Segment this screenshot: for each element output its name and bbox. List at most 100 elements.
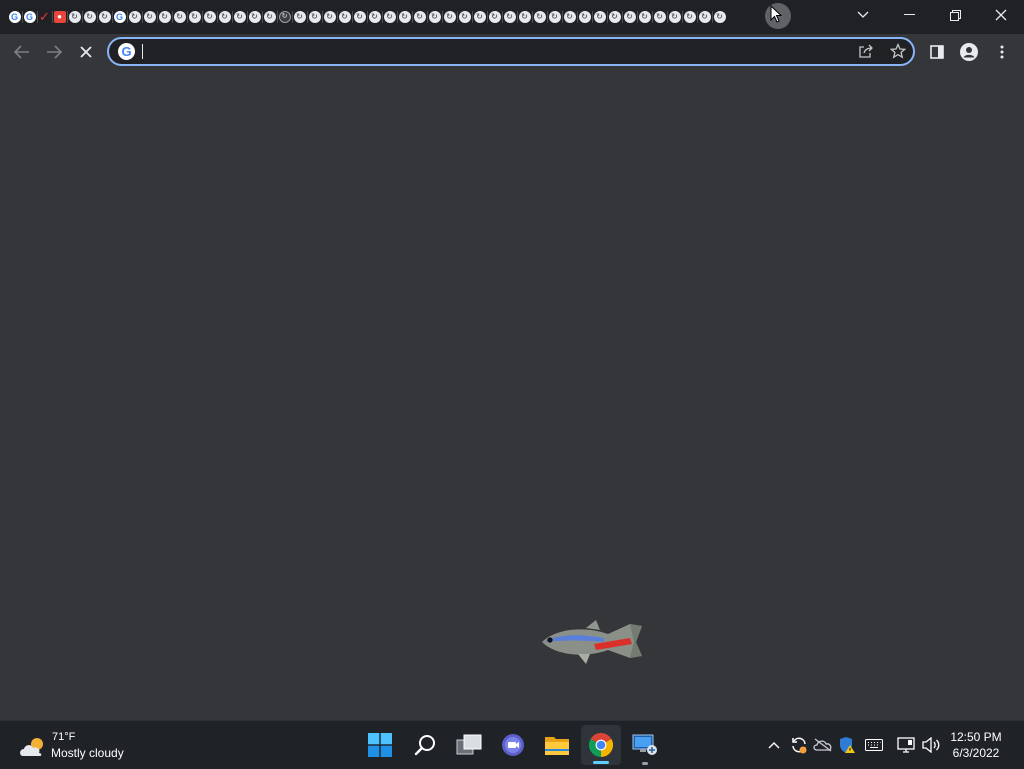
running-app-indicator — [642, 762, 648, 765]
browser-tab[interactable]: ↻ — [607, 8, 622, 26]
browser-tab[interactable]: ↻ — [382, 8, 397, 26]
network-icon — [897, 737, 915, 753]
taskbar: 71°F Mostly cloudy 12:50 PM 6/3/2022 — [0, 720, 1024, 769]
browser-tab[interactable]: ↻ — [67, 8, 82, 26]
browser-tab[interactable]: ● — [52, 8, 67, 26]
loading-icon: ↻ — [143, 11, 156, 23]
kebab-menu-icon — [1000, 45, 1004, 59]
browser-tab[interactable]: ↻ — [277, 8, 292, 26]
forward-button[interactable] — [40, 38, 68, 66]
google-icon: G — [113, 11, 126, 23]
sync-tray-button[interactable] — [789, 735, 809, 755]
browser-tab[interactable]: ↻ — [457, 8, 472, 26]
share-button[interactable] — [852, 37, 880, 65]
browser-tab[interactable]: ↻ — [517, 8, 532, 26]
browser-tab[interactable]: ↻ — [82, 8, 97, 26]
google-icon: G — [118, 43, 135, 60]
chat-button[interactable] — [493, 725, 533, 765]
browser-tab[interactable]: ↻ — [157, 8, 172, 26]
browser-tab[interactable]: ↻ — [322, 8, 337, 26]
browser-tab[interactable]: ↻ — [502, 8, 517, 26]
browser-tab[interactable]: ↻ — [472, 8, 487, 26]
browser-tab[interactable]: G — [22, 8, 37, 26]
bookmark-button[interactable] — [884, 37, 912, 65]
browser-tab[interactable]: ↻ — [232, 8, 247, 26]
tab-search-button[interactable] — [840, 0, 886, 30]
google-icon: G — [23, 11, 36, 23]
volume-tray-button[interactable] — [921, 735, 941, 755]
stop-loading-button[interactable] — [72, 38, 100, 66]
browser-tab[interactable]: ↻ — [142, 8, 157, 26]
browser-tab[interactable]: ↻ — [667, 8, 682, 26]
browser-tab[interactable]: ↻ — [532, 8, 547, 26]
chrome-button[interactable] — [581, 725, 621, 765]
touch-keyboard-button[interactable] — [864, 735, 884, 755]
menu-button[interactable] — [988, 38, 1016, 66]
address-bar[interactable]: G — [107, 37, 915, 66]
browser-tab[interactable]: ↻ — [712, 8, 727, 26]
arrow-right-icon — [47, 45, 62, 59]
network-tray-button[interactable] — [896, 735, 916, 755]
browser-tab[interactable]: ↻ — [187, 8, 202, 26]
browser-tab[interactable]: G — [7, 8, 22, 26]
browser-tab[interactable]: ↻ — [262, 8, 277, 26]
loading-icon: ↻ — [563, 11, 576, 23]
browser-tab[interactable]: ↻ — [172, 8, 187, 26]
search-button[interactable] — [405, 725, 445, 765]
back-button[interactable] — [8, 38, 36, 66]
browser-tab[interactable]: ↻ — [427, 8, 442, 26]
windows-start-icon — [368, 733, 392, 757]
browser-tab[interactable]: ↻ — [487, 8, 502, 26]
loading-icon: ↻ — [713, 11, 726, 23]
browser-tab[interactable]: ↻ — [202, 8, 217, 26]
browser-tab[interactable]: ↻ — [562, 8, 577, 26]
grey-loading-icon: ↻ — [278, 11, 291, 23]
browser-tab[interactable]: ↻ — [592, 8, 607, 26]
loading-icon: ↻ — [338, 11, 351, 23]
profile-button[interactable] — [955, 38, 983, 66]
browser-tab[interactable]: ↻ — [637, 8, 652, 26]
browser-tab[interactable]: ↻ — [547, 8, 562, 26]
close-window-button[interactable] — [978, 0, 1024, 30]
loading-icon: ↻ — [653, 11, 666, 23]
browser-tab[interactable]: ↻ — [682, 8, 697, 26]
browser-tab[interactable]: ↻ — [652, 8, 667, 26]
defender-tray-button[interactable] — [837, 735, 857, 755]
close-icon — [80, 46, 92, 58]
browser-tab[interactable]: ↻ — [307, 8, 322, 26]
start-button[interactable] — [360, 725, 400, 765]
onedrive-tray-button[interactable] — [813, 735, 833, 755]
browser-tab[interactable]: ↻ — [367, 8, 382, 26]
browser-tab[interactable]: ↻ — [697, 8, 712, 26]
browser-tab[interactable]: ↻ — [292, 8, 307, 26]
browser-tab[interactable]: ↻ — [442, 8, 457, 26]
browser-tab[interactable]: ↻ — [352, 8, 367, 26]
chevron-up-icon — [768, 742, 780, 749]
browser-tab[interactable]: ↻ — [217, 8, 232, 26]
clock-date: 6/3/2022 — [952, 746, 1000, 760]
show-hidden-icons-button[interactable] — [764, 735, 784, 755]
browser-tab[interactable]: ✓ — [37, 8, 52, 26]
browser-tab[interactable]: ↻ — [127, 8, 142, 26]
loading-icon: ↻ — [398, 11, 411, 23]
browser-tab[interactable]: ↻ — [577, 8, 592, 26]
mouse-cursor-icon — [770, 5, 782, 23]
browser-tab[interactable]: ↻ — [622, 8, 637, 26]
browser-tab[interactable]: ↻ — [412, 8, 427, 26]
address-input[interactable] — [141, 41, 841, 62]
browser-tab[interactable]: ↻ — [337, 8, 352, 26]
system-clock[interactable]: 12:50 PM 6/3/2022 — [946, 730, 1006, 760]
side-panel-button[interactable] — [923, 38, 951, 66]
loading-icon: ↻ — [173, 11, 186, 23]
remote-desktop-button[interactable] — [625, 725, 665, 765]
task-view-button[interactable] — [449, 725, 489, 765]
chevron-down-icon — [857, 11, 869, 18]
restore-button[interactable] — [932, 0, 978, 30]
minimize-button[interactable] — [886, 0, 932, 30]
browser-tab[interactable]: ↻ — [247, 8, 262, 26]
file-explorer-button[interactable] — [537, 725, 577, 765]
loading-icon: ↻ — [698, 11, 711, 23]
browser-tab[interactable]: G — [112, 8, 127, 26]
browser-tab[interactable]: ↻ — [97, 8, 112, 26]
browser-tab[interactable]: ↻ — [397, 8, 412, 26]
